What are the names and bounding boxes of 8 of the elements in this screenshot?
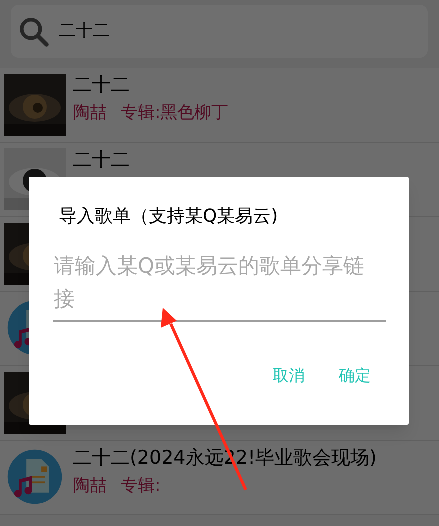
album-name: 专辑: bbox=[121, 474, 161, 498]
search-text: 二十二 bbox=[59, 20, 110, 43]
song-title: 二十二 bbox=[73, 148, 130, 172]
artist-name: 陶喆 bbox=[73, 102, 107, 125]
artist-name: 陶喆 bbox=[73, 474, 107, 498]
song-title: 二十二 bbox=[73, 73, 131, 98]
dialog-title: 导入歌单（支持某Q某易云) bbox=[59, 205, 280, 229]
album-name: 专辑:黑色柳丁 bbox=[121, 102, 229, 125]
